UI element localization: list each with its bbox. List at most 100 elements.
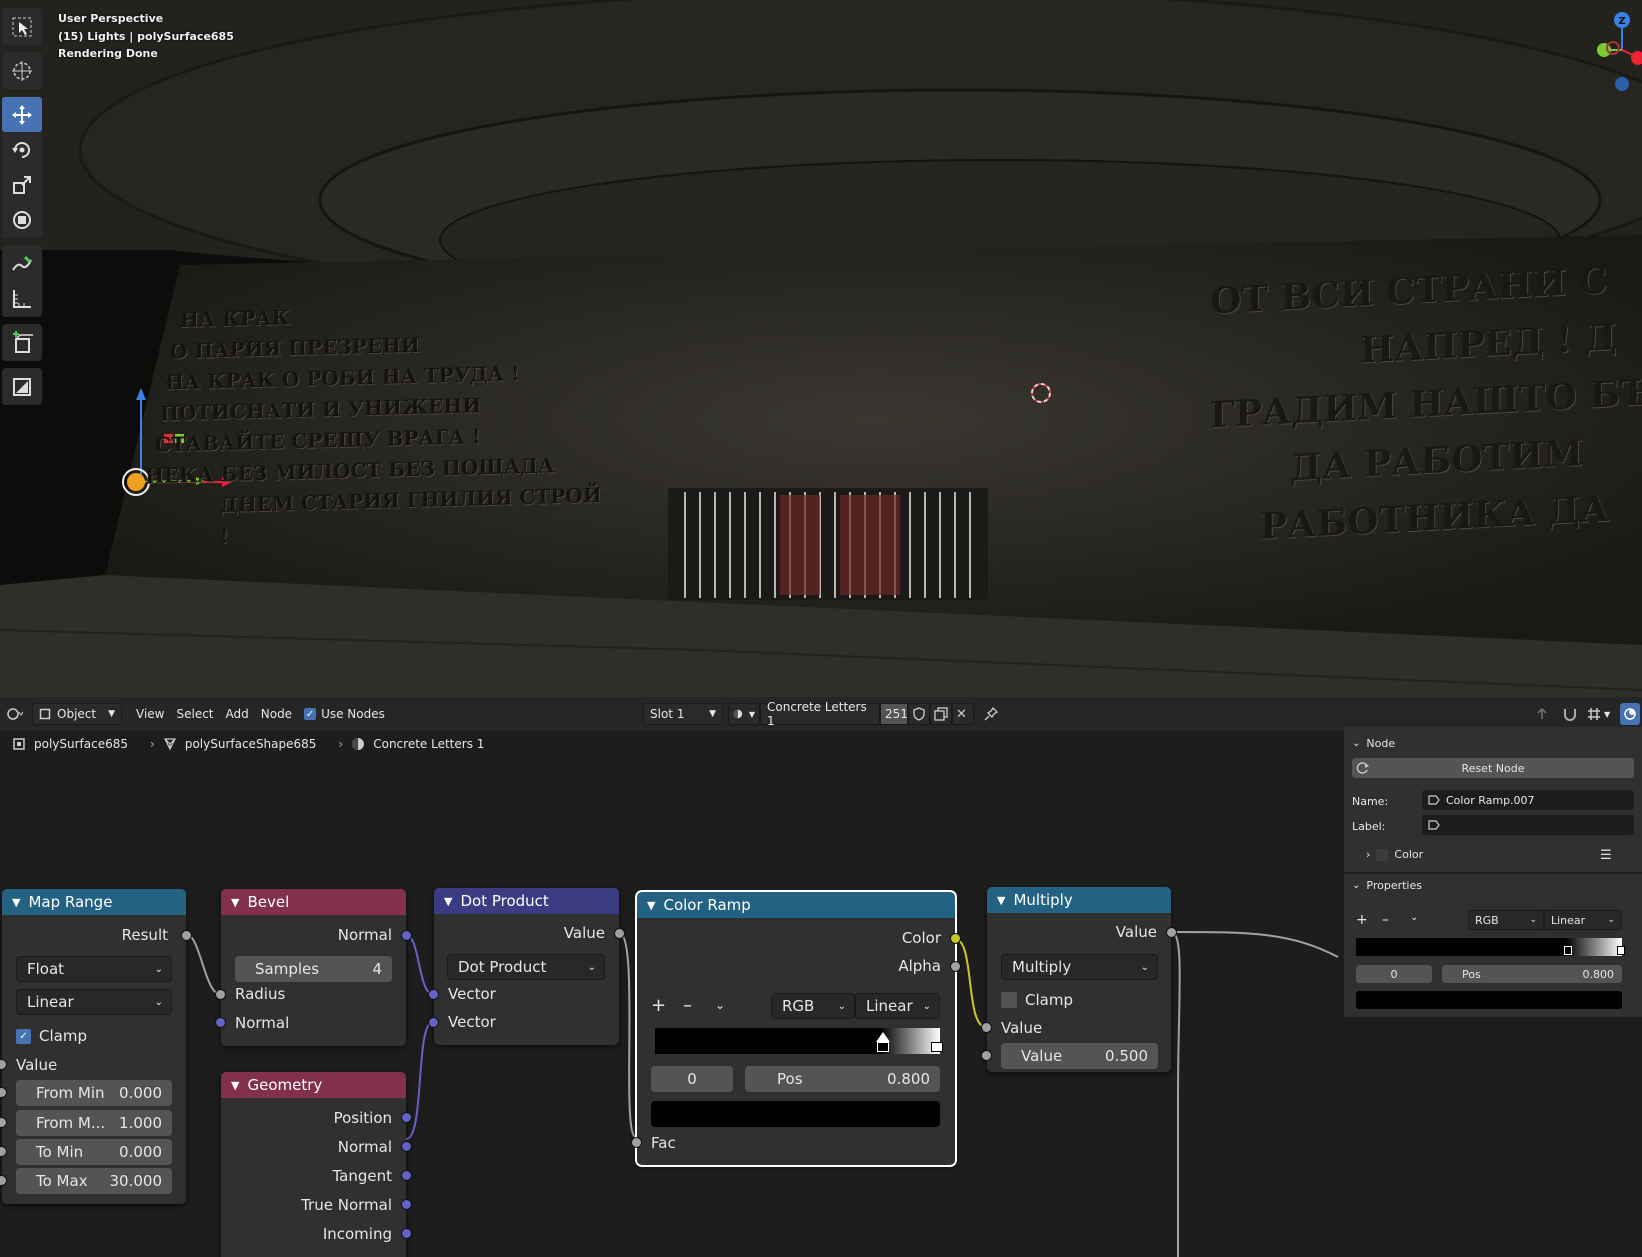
list-icon[interactable]: ☰ — [1600, 848, 1612, 863]
collapse-chevron-icon[interactable]: ▼ — [997, 894, 1005, 907]
color-ramp-gradient[interactable] — [1356, 938, 1625, 956]
interpolation-select[interactable]: Linear ⌄ — [1544, 910, 1622, 930]
node-label-field[interactable] — [1422, 815, 1634, 835]
node-header[interactable]: ▼ Color Ramp — [637, 892, 955, 918]
collapse-chevron-icon[interactable]: ▼ — [231, 1079, 239, 1092]
move-tool[interactable] — [2, 97, 42, 132]
operation-select[interactable]: Multiply ⌄ — [1001, 954, 1158, 980]
rotate-tool[interactable] — [2, 132, 42, 167]
socket-float[interactable] — [215, 989, 226, 1000]
menu-view[interactable]: View — [130, 703, 170, 725]
menu-select[interactable]: Select — [170, 703, 219, 725]
shader-editor[interactable]: Object ▼ View Select Add Node ✓ Use Node… — [0, 697, 1642, 1257]
menu-add[interactable]: Add — [220, 703, 255, 725]
measure-tool[interactable] — [2, 281, 42, 316]
operation-select[interactable]: Dot Product ⌄ — [447, 954, 605, 980]
samples-field[interactable]: Samples 4 — [235, 956, 392, 982]
socket-vector[interactable] — [401, 1170, 412, 1181]
from-min-field[interactable]: From Min 0.000 — [16, 1080, 172, 1106]
node-dot-product[interactable]: ▼ Dot Product Value Dot Product ⌄ Vector … — [428, 888, 625, 1045]
stop-index-field[interactable]: 0 — [651, 1066, 733, 1092]
node-multiply[interactable]: ▼ Multiply Value Multiply ⌄ Clamp Value V… — [981, 887, 1177, 1072]
socket-vector[interactable] — [215, 1017, 226, 1028]
socket-float[interactable] — [981, 1050, 992, 1061]
image-tool[interactable] — [2, 369, 42, 404]
to-max-field[interactable]: To Max 30.000 — [16, 1168, 172, 1194]
socket-float[interactable] — [0, 1059, 7, 1070]
add-stop-button[interactable]: + — [1356, 912, 1368, 928]
ramp-stop-handle[interactable] — [1564, 946, 1572, 955]
socket-vector[interactable] — [401, 1199, 412, 1210]
remove-stop-button[interactable]: – — [1382, 912, 1389, 928]
node-header[interactable]: ▼ Bevel — [221, 889, 406, 915]
ramp-stop-handle[interactable] — [931, 1042, 943, 1052]
overlays-toggle[interactable] — [1620, 703, 1640, 725]
transform-tool[interactable] — [2, 202, 42, 237]
socket-float[interactable] — [0, 1117, 7, 1128]
socket-vector[interactable] — [401, 930, 412, 941]
3d-viewport[interactable]: НА КРАК О ПАРИЯ ПРЕЗРЕНИ НА КРАК О РОБИ … — [0, 0, 1642, 697]
socket-color[interactable] — [950, 933, 961, 944]
node-geometry[interactable]: ▼ Geometry Position Normal Tangent True … — [221, 1072, 412, 1257]
data-type-select[interactable]: Float ⌄ — [16, 956, 172, 982]
socket-float[interactable] — [631, 1137, 642, 1148]
node-color-ramp[interactable]: ▼ Color Ramp Color Alpha + – ⌄ RGB ⌄ Line… — [631, 890, 961, 1167]
navigation-gizmo[interactable]: Z — [1586, 8, 1642, 98]
socket-vector[interactable] — [428, 989, 439, 1000]
material-name-field[interactable]: Concrete Letters 1 — [760, 700, 880, 728]
stop-color-swatch[interactable] — [1356, 991, 1622, 1009]
to-min-field[interactable]: To Min 0.000 — [16, 1139, 172, 1165]
fake-user-button[interactable] — [908, 703, 930, 725]
stop-position-field[interactable]: Pos 0.800 — [1442, 965, 1622, 983]
properties-section-header[interactable]: ⌄ Properties — [1352, 879, 1422, 892]
collapse-chevron-icon[interactable]: ▼ — [444, 895, 452, 908]
material-browse[interactable]: ▼ — [728, 703, 760, 725]
socket-float[interactable] — [981, 1022, 992, 1033]
remove-stop-button[interactable]: – — [683, 993, 692, 1017]
stop-position-field[interactable]: Pos 0.800 — [745, 1066, 940, 1092]
socket-float[interactable] — [0, 1175, 7, 1186]
node-bevel[interactable]: ▼ Bevel Normal Samples 4 Radius Normal — [215, 889, 412, 1046]
add-stop-button[interactable]: + — [651, 993, 666, 1017]
node-section-header[interactable]: ⌄ Node — [1352, 737, 1395, 750]
snap-mode-dropdown[interactable]: ▼ — [1584, 703, 1612, 725]
ramp-menu-button[interactable]: ⌄ — [1410, 912, 1418, 923]
add-cube-tool[interactable] — [2, 325, 42, 360]
use-nodes-toggle[interactable]: ✓ Use Nodes — [298, 703, 391, 725]
parent-tree-button[interactable] — [1532, 703, 1552, 725]
from-max-field[interactable]: From M... 1.000 — [16, 1110, 172, 1136]
socket-float[interactable] — [0, 1087, 7, 1098]
select-box-tool[interactable] — [2, 9, 42, 44]
socket-float[interactable] — [1166, 927, 1177, 938]
stop-color-swatch[interactable] — [651, 1101, 940, 1127]
socket-float[interactable] — [181, 930, 192, 941]
snap-toggle[interactable] — [1560, 703, 1580, 725]
annotate-tool[interactable] — [2, 246, 42, 281]
clamp-checkbox[interactable]: Clamp — [1001, 988, 1073, 1012]
collapse-chevron-icon[interactable]: ▼ — [231, 896, 239, 909]
ramp-stop-handle[interactable] — [876, 1032, 890, 1042]
socket-float[interactable] — [0, 1146, 7, 1157]
ramp-stop-handle[interactable] — [1617, 946, 1625, 955]
interpolation-select[interactable]: Linear ⌄ — [855, 993, 940, 1019]
socket-vector[interactable] — [401, 1228, 412, 1239]
node-header[interactable]: ▼ Geometry — [221, 1072, 406, 1098]
value-b-field[interactable]: Value 0.500 — [1001, 1043, 1158, 1069]
duplicate-material-button[interactable] — [930, 703, 952, 725]
shader-type-dropdown[interactable]: Object ▼ — [32, 703, 122, 725]
stop-index-field[interactable]: 0 — [1356, 965, 1432, 983]
color-subpanel[interactable]: › Color — [1366, 848, 1423, 861]
node-map-range[interactable]: ▼ Map Range Result Float ⌄ Linear ⌄ ✓ Clamp… — [0, 889, 192, 1204]
interpolation-select[interactable]: Linear ⌄ — [16, 989, 172, 1015]
color-mode-select[interactable]: RGB ⌄ — [771, 993, 855, 1019]
socket-vector[interactable] — [428, 1017, 439, 1028]
node-name-field[interactable]: Color Ramp.007 — [1422, 790, 1634, 810]
color-mode-select[interactable]: RGB ⌄ — [1468, 910, 1544, 930]
material-users-count[interactable]: 251 — [880, 703, 908, 725]
socket-vector[interactable] — [401, 1141, 412, 1152]
collapse-chevron-icon[interactable]: ▼ — [12, 896, 20, 909]
color-ramp-gradient[interactable] — [655, 1028, 943, 1054]
slot-dropdown[interactable]: Slot 1 ▼ — [643, 703, 723, 725]
menu-node[interactable]: Node — [255, 703, 298, 725]
cursor-tool[interactable] — [2, 53, 42, 88]
